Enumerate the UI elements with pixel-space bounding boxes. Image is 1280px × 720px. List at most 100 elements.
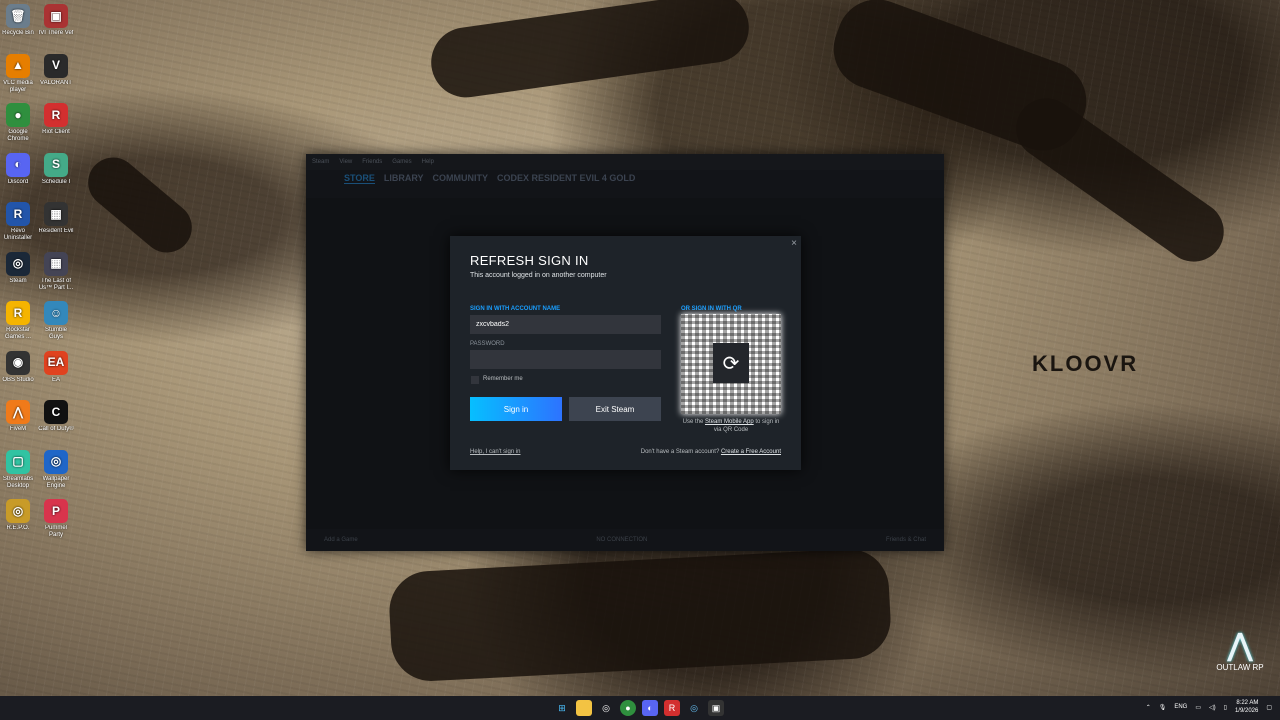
app-icon: EA	[44, 350, 68, 375]
nav-community[interactable]: COMMUNITY	[433, 173, 489, 183]
menu-view[interactable]: View	[339, 159, 352, 165]
desktop-icon-label: Streamlabs Desktop	[2, 475, 34, 489]
connection-status: NO CONNECTION	[596, 537, 648, 543]
desktop-icon[interactable]: ◎ R.E.P.O.	[0, 499, 36, 539]
app-icon: ▦	[44, 251, 68, 276]
chrome-icon[interactable]: ●	[620, 700, 636, 716]
language-indicator[interactable]: ENG	[1174, 704, 1187, 710]
volume-icon[interactable]: ◁)	[1209, 704, 1216, 711]
password-input[interactable]	[470, 350, 661, 369]
app-icon: ●	[6, 103, 30, 127]
desktop-icon[interactable]: C Call of Duty®	[38, 400, 74, 440]
app-icon: R	[6, 301, 30, 325]
refresh-icon[interactable]: ⟳	[713, 343, 749, 383]
nav-store[interactable]: STORE	[344, 173, 375, 184]
steam-mobile-app-link[interactable]: Steam Mobile App	[705, 419, 754, 425]
add-game-button[interactable]: Add a Game	[324, 537, 358, 543]
desktop-icon-label: Revo Uninstaller	[3, 228, 33, 241]
desktop-icon[interactable]: ▦ The Last of Us™ Part I...	[38, 251, 74, 292]
desktop-icon[interactable]: ▦ Resident Evil	[38, 202, 74, 242]
desktop-icon[interactable]: R Riot Client	[38, 103, 74, 143]
steam-statusbar: Add a Game NO CONNECTION Friends & Chat	[306, 529, 944, 551]
remember-me-checkbox[interactable]	[471, 376, 479, 384]
wallpaper-stroke	[387, 546, 893, 684]
terminal-icon[interactable]: ▣	[708, 700, 724, 716]
desktop-icon[interactable]: ▲ VLC media player	[0, 53, 36, 94]
create-account-link[interactable]: Create a Free Account	[721, 449, 781, 455]
no-account-text: Don't have a Steam account? Create a Fre…	[641, 449, 781, 455]
desktop-icon[interactable]: ◐ Discord	[0, 152, 36, 193]
battery-icon[interactable]: ▯	[1224, 704, 1227, 711]
desktop-icon-label: Wallpaper Engine	[42, 475, 70, 489]
app-icon: R	[44, 103, 68, 127]
close-icon[interactable]: ×	[791, 238, 797, 249]
desktop-icon[interactable]: V VALORANT	[38, 53, 74, 94]
app-icon: R	[6, 202, 30, 226]
qr-label: OR SIGN IN WITH QR	[681, 306, 742, 312]
dialog-subtitle: This account logged in on another comput…	[470, 272, 607, 279]
menu-help[interactable]: Help	[422, 159, 434, 165]
desktop-icon-label: Discord	[7, 178, 29, 185]
desktop-icon[interactable]: R Revo Uninstaller	[0, 202, 36, 242]
desktop-icon[interactable]: ◎ Steam	[0, 251, 36, 292]
taskbar-apps: ⊞ ◎ ● ◐ R ◎ ▣	[554, 700, 724, 716]
help-cant-signin-link[interactable]: Help, I can't sign in	[470, 449, 521, 455]
desktop-icon[interactable]: S Schedule I	[38, 152, 74, 193]
dialog-title: REFRESH SIGN IN	[470, 253, 589, 268]
refresh-signin-dialog: × REFRESH SIGN IN This account logged in…	[450, 236, 801, 470]
qr-caption-pre: Use the	[682, 419, 704, 425]
account-name-input[interactable]	[470, 315, 661, 334]
network-icon[interactable]: ▭	[1195, 704, 1201, 711]
desktop-icon-label: Google Chrome	[7, 129, 29, 142]
app-icon: ☺	[44, 301, 68, 325]
discord-icon[interactable]: ◐	[642, 700, 658, 716]
desktop-icon[interactable]: ☺ Stumble Guys	[38, 301, 74, 341]
desktop-icon[interactable]: ● Google Chrome	[0, 103, 36, 143]
signin-button[interactable]: Sign in	[470, 397, 562, 421]
desktop-icon-label: Stumble Guys	[44, 327, 67, 340]
wallpaper-stroke	[77, 147, 203, 263]
exit-steam-button[interactable]: Exit Steam	[569, 397, 661, 421]
app-icon: ◎	[44, 449, 68, 474]
desktop-icon-label: FiveM	[9, 426, 27, 432]
nav-profile[interactable]: CODEX RESIDENT EVIL 4 GOLD	[497, 173, 635, 183]
outlaw-logo-text: OUTLAW RP	[1216, 663, 1264, 672]
desktop-icon-label: The Last of Us™ Part I...	[38, 277, 74, 291]
app-icon: ▲	[6, 53, 30, 78]
desktop-icon-label: Resident Evil	[38, 228, 74, 234]
desktop-icon[interactable]: R Rockstar Games ...	[0, 301, 36, 341]
desktop-icon[interactable]: ◎ Wallpaper Engine	[38, 449, 74, 490]
app-icon: S	[44, 152, 68, 177]
wallpaper-stroke	[426, 0, 754, 102]
app-icon: C	[44, 400, 68, 424]
desktop-icon-label: Rockstar Games ...	[4, 327, 31, 340]
file-explorer-icon[interactable]	[576, 700, 592, 716]
app-icon: ▣	[44, 4, 68, 28]
desktop-icon[interactable]: P Pummel Party	[38, 499, 74, 539]
obs-icon[interactable]: ◎	[598, 700, 614, 716]
steam-icon[interactable]: ◎	[686, 700, 702, 716]
desktop-icon[interactable]: ◉ OBS Studio	[0, 350, 36, 391]
desktop-icon[interactable]: 🗑 Recycle Bin	[0, 4, 36, 44]
menu-friends[interactable]: Friends	[362, 159, 382, 165]
menu-games[interactable]: Games	[392, 159, 411, 165]
outlaw-rp-logo: ⋀ OUTLAW RP	[1210, 628, 1270, 672]
app-icon: ◐	[6, 152, 30, 177]
qr-caption: Use the Steam Mobile App to sign in via …	[678, 418, 784, 434]
menu-steam[interactable]: Steam	[312, 159, 329, 165]
desktop-icon[interactable]: EA EA	[38, 350, 74, 391]
desktop-icon[interactable]: ⋀ FiveM	[0, 400, 36, 440]
friends-chat-button[interactable]: Friends & Chat	[886, 537, 926, 543]
clock-date: 1/9/2026	[1234, 708, 1259, 714]
notification-icon[interactable]: ▢	[1266, 704, 1272, 711]
desktop-icon[interactable]: ▣ IVI There Vef	[38, 4, 74, 44]
chevron-up-icon[interactable]: ⌃	[1146, 704, 1151, 711]
microphone-icon[interactable]: 🎙	[1159, 704, 1167, 711]
riot-client-icon[interactable]: R	[664, 700, 680, 716]
start-icon[interactable]: ⊞	[554, 700, 570, 716]
nav-library[interactable]: LIBRARY	[384, 173, 424, 183]
desktop-icon[interactable]: ▢ Streamlabs Desktop	[0, 449, 36, 490]
clock[interactable]: 8:22 AM 1/9/2026	[1235, 699, 1258, 715]
app-icon: ▦	[44, 202, 68, 226]
desktop-icon-label: Schedule I	[41, 178, 71, 185]
